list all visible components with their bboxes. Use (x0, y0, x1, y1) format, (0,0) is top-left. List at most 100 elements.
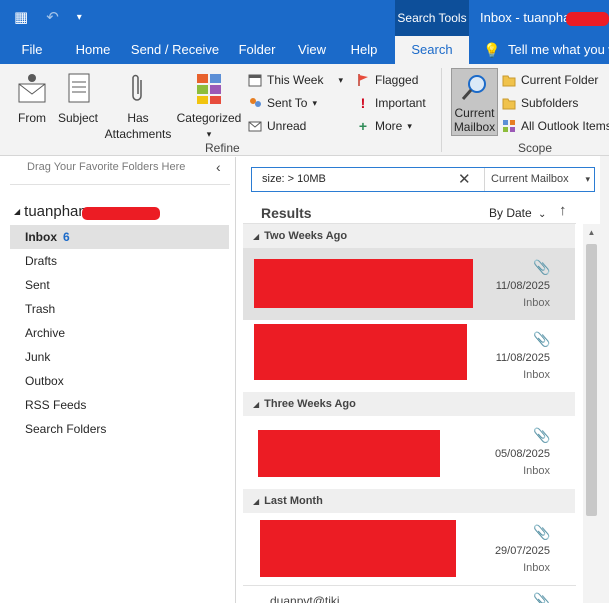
folder-junk[interactable]: Junk (10, 345, 229, 369)
attachment-icon: 📎 (533, 592, 551, 603)
results-heading: Results (261, 205, 312, 221)
from-label: From (18, 111, 46, 125)
important-button[interactable]: ! Important (356, 93, 426, 113)
undo-icon[interactable]: ↶ (46, 6, 59, 30)
current-mailbox-label-1: Current (454, 106, 495, 120)
group-header[interactable]: ◢ Three Weeks Ago (243, 392, 575, 416)
folder-pane: Drag Your Favorite Folders Here ‹ ◢ tuan… (0, 157, 236, 603)
tab-search[interactable]: Search (395, 36, 469, 64)
this-week-button[interactable]: This Week ▾ (248, 70, 343, 90)
collapse-triangle-icon: ◢ (253, 497, 260, 506)
categorized-label: Categorized (176, 111, 242, 125)
tab-file[interactable]: File (12, 36, 52, 64)
current-mailbox-button[interactable]: Current Mailbox (451, 68, 498, 136)
chevron-down-icon: ▾ (206, 129, 212, 139)
unread-envelope-icon (248, 119, 262, 133)
search-scope-dropdown[interactable]: Current Mailbox ▾ (484, 168, 595, 191)
categories-icon (193, 72, 225, 106)
tab-home[interactable]: Home (70, 36, 116, 64)
window-title: Inbox - tuanphan (480, 10, 578, 25)
sort-dropdown[interactable]: By Date ⌄ (489, 206, 546, 220)
message-date: 11/08/2025 (495, 280, 550, 292)
has-attachments-button[interactable]: Has Attachments (102, 72, 174, 142)
collapse-triangle-icon: ◢ (253, 232, 260, 241)
group-header[interactable]: ◢ Two Weeks Ago (243, 224, 575, 248)
ribbon-separator (441, 68, 442, 152)
title-bar: ▦ ↶ ▾ Search Tools Inbox - tuanphan (0, 0, 609, 36)
subfolders-label: Subfolders (521, 96, 579, 110)
collapse-triangle-icon: ◢ (253, 400, 260, 409)
folder-label: Inbox (25, 230, 57, 244)
subfolders-icon (502, 96, 516, 110)
tab-folder[interactable]: Folder (232, 36, 282, 64)
folder-outbox[interactable]: Outbox (10, 369, 229, 393)
tab-send-receive[interactable]: Send / Receive (130, 36, 220, 64)
message-date: 29/07/2025 (494, 545, 550, 557)
tab-help[interactable]: Help (344, 36, 384, 64)
message-item[interactable]: duanpvt@tiki 📎 (243, 588, 575, 603)
from-button[interactable]: From (12, 72, 52, 126)
message-folder: Inbox (523, 465, 550, 477)
subfolders-button[interactable]: Subfolders (502, 93, 578, 113)
sent-to-button[interactable]: Sent To ▾ (248, 93, 317, 113)
tab-view[interactable]: View (292, 36, 332, 64)
quick-access-toolbar: ▦ ↶ ▾ (14, 6, 82, 30)
paperclip-icon (122, 72, 154, 106)
folder-archive[interactable]: Archive (10, 321, 229, 345)
flagged-button[interactable]: Flagged (356, 70, 418, 90)
folder-drafts[interactable]: Drafts (10, 249, 229, 273)
message-sender: duanpvt@tiki (270, 594, 340, 603)
collapse-pane-icon[interactable]: ‹ (216, 159, 221, 175)
categorized-button[interactable]: Categorized ▾ (176, 72, 242, 142)
exclamation-icon: ! (360, 95, 366, 111)
folder-search-folders[interactable]: Search Folders (10, 417, 229, 441)
current-folder-button[interactable]: Current Folder (502, 70, 598, 90)
sort-direction-icon[interactable]: ↑ (559, 202, 567, 219)
tell-me-search[interactable]: Tell me what you w (508, 36, 609, 64)
folder-rss-feeds[interactable]: RSS Feeds (10, 393, 229, 417)
search-input[interactable]: size: > 10MB (262, 173, 326, 185)
search-box: size: > 10MB ✕ Current Mailbox ▾ (251, 167, 595, 192)
chevron-down-icon: ▾ (585, 174, 590, 184)
all-outlook-items-button[interactable]: All Outlook Items (502, 116, 609, 136)
ribbon-tabs: File Home Send / Receive Folder View Hel… (0, 36, 609, 64)
subject-button[interactable]: Subject (56, 72, 100, 126)
folder-icon (502, 73, 516, 87)
pane-edge (600, 156, 609, 603)
more-button[interactable]: + More ▾ (356, 116, 412, 136)
folder-inbox[interactable]: Inbox 6 (10, 225, 229, 249)
refine-group-label: Refine (205, 141, 240, 155)
envelope-person-icon (16, 72, 48, 106)
all-outlook-items-label: All Outlook Items (521, 119, 609, 133)
divider (243, 585, 576, 586)
redaction (258, 430, 440, 477)
clear-search-icon[interactable]: ✕ (458, 170, 471, 188)
folder-label: Junk (25, 350, 51, 364)
folder-label: Outbox (25, 374, 64, 388)
folder-sent[interactable]: Sent (10, 273, 229, 297)
group-label: Two Weeks Ago (264, 230, 348, 242)
scroll-up-icon[interactable]: ▲ (583, 224, 600, 241)
folder-label: Search Folders (25, 422, 107, 436)
unread-button[interactable]: Unread (248, 116, 306, 136)
folder-trash[interactable]: Trash (10, 297, 229, 321)
document-icon (62, 72, 94, 106)
group-header[interactable]: ◢ Last Month (243, 489, 575, 513)
customize-toolbar-icon[interactable]: ▾ (77, 6, 82, 30)
lightbulb-icon: 💡 (483, 42, 501, 58)
app-menu-icon[interactable]: ▦ (14, 6, 28, 30)
message-item[interactable]: 📎 05/08/2025 Inbox (243, 416, 575, 488)
message-date: 11/08/2025 (495, 352, 550, 364)
scroll-thumb[interactable] (586, 244, 597, 516)
flag-icon (356, 73, 370, 87)
message-item[interactable]: 📎 29/07/2025 Inbox (243, 513, 575, 585)
account-header[interactable]: ◢ tuanphan (14, 203, 87, 220)
results-scrollbar[interactable]: ▲ (583, 224, 600, 603)
account-name: tuanphan (24, 203, 87, 220)
message-item[interactable]: 📎 11/08/2025 Inbox (243, 320, 575, 392)
folder-label: Archive (25, 326, 66, 340)
sort-label: By Date (489, 206, 532, 220)
message-item[interactable]: 📎 11/08/2025 Inbox (243, 248, 575, 320)
more-label: More (375, 119, 403, 133)
redaction (566, 12, 609, 26)
